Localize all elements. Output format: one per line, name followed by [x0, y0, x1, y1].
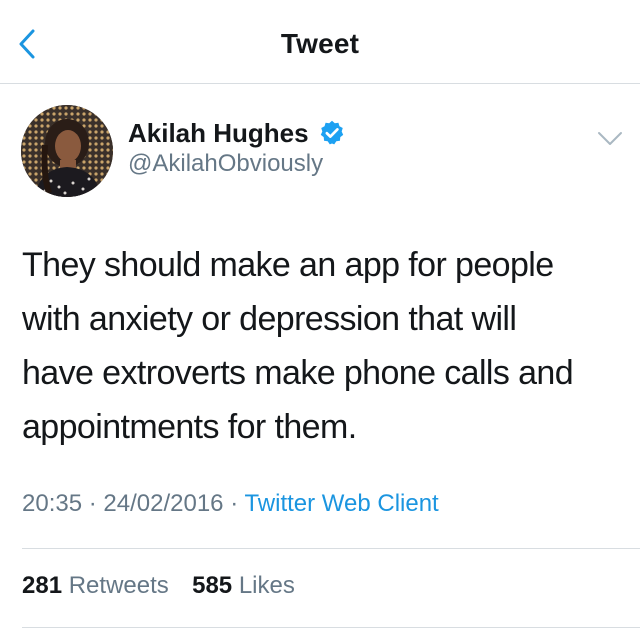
- meta-separator: ·: [88, 490, 97, 517]
- client-link[interactable]: Twitter Web Client: [244, 490, 438, 517]
- retweets-label: Retweets: [68, 572, 169, 599]
- likes-stat[interactable]: 585 Likes: [192, 572, 295, 599]
- profile-photo: [21, 105, 113, 197]
- meta-separator: ·: [230, 490, 239, 517]
- likes-label: Likes: [238, 572, 295, 599]
- likes-count: 585: [192, 572, 233, 599]
- tweet-text: They should make an app for people with …: [22, 246, 574, 446]
- verified-badge-icon: [318, 119, 346, 147]
- author-name-row[interactable]: Akilah Hughes: [128, 116, 346, 150]
- tweet-detail-page: Tweet Akilah Hughes @AkilahObviously The…: [0, 0, 640, 640]
- tweet-meta: 20:35 · 24/02/2016 · Twitter Web Client: [22, 490, 439, 518]
- top-bar: Tweet: [0, 0, 640, 84]
- tweet-date: 24/02/2016: [103, 490, 224, 517]
- retweets-count: 281: [22, 572, 63, 599]
- user-handle[interactable]: @AkilahObviously: [128, 150, 323, 178]
- divider: [22, 627, 640, 628]
- page-title: Tweet: [280, 28, 360, 59]
- chevron-down-icon: [598, 132, 622, 145]
- avatar[interactable]: [21, 105, 113, 197]
- retweets-stat[interactable]: 281 Retweets: [22, 572, 175, 599]
- divider: [22, 548, 640, 549]
- display-name[interactable]: Akilah Hughes: [128, 118, 309, 149]
- tweet-time: 20:35: [22, 490, 83, 517]
- engagement-stats: 281 Retweets 585 Likes: [22, 572, 295, 600]
- tweet-options-button[interactable]: [594, 126, 626, 152]
